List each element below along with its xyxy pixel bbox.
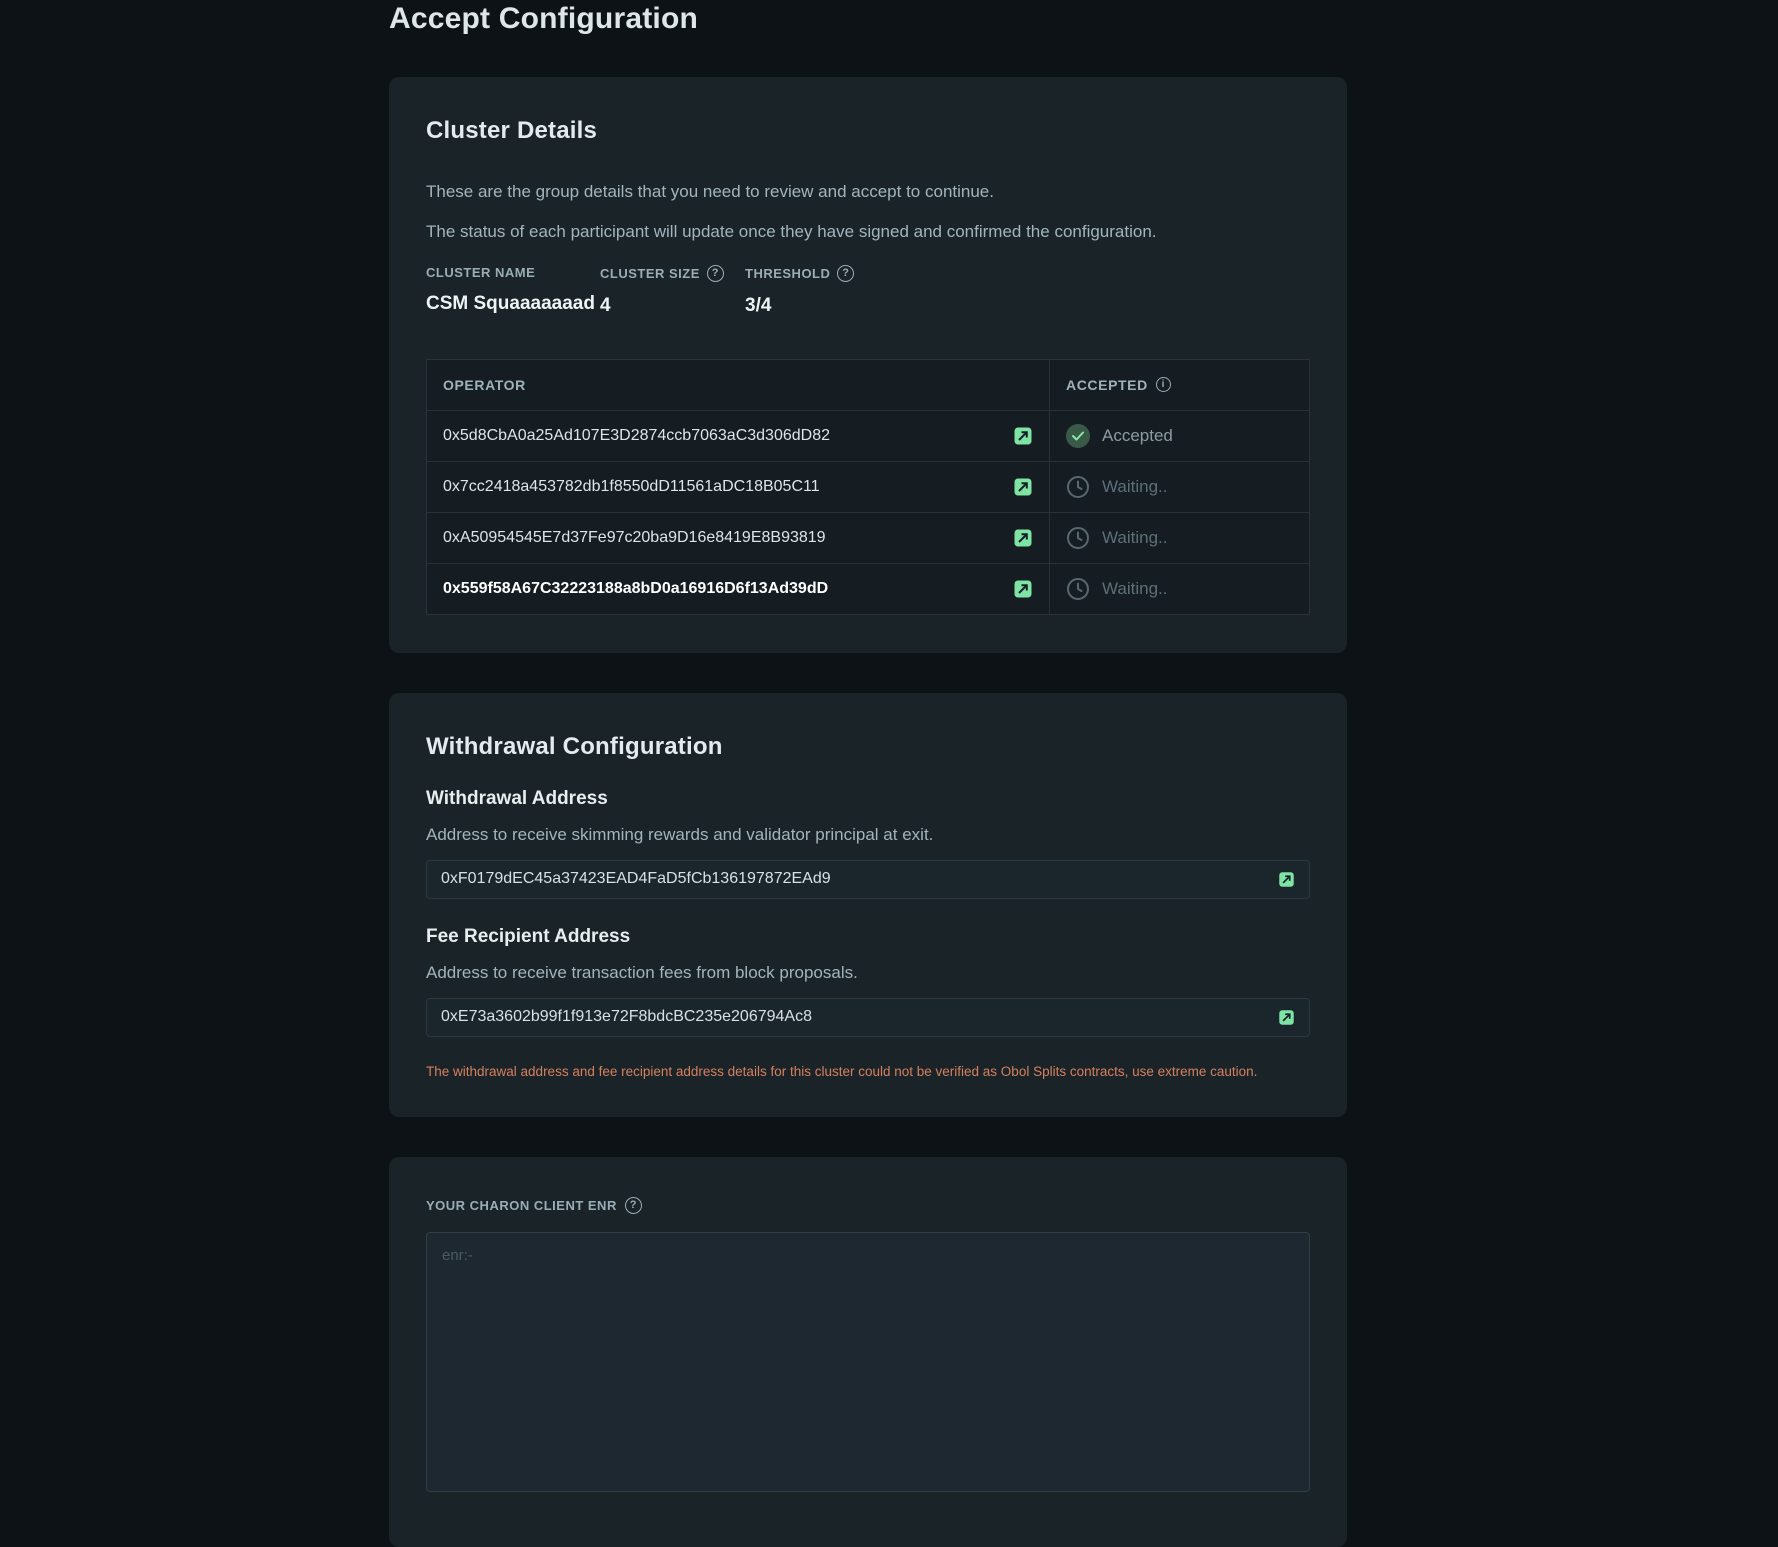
fee-recipient-address-field: 0xE73a3602b99f1f913e72F8bdcBC235e206794A… (426, 998, 1310, 1037)
operator-column-header: OPERATOR (443, 377, 526, 393)
page-title: Accept Configuration (389, 2, 1347, 36)
withdrawal-address-value: 0xF0179dEC45a37423EAD4FaD5fCb136197872EA… (441, 870, 1278, 888)
operators-table: OPERATOR ACCEPTED i 0x5d8CbA0a25Ad107E3D… (426, 359, 1310, 615)
main-content: Accept Configuration Cluster Details The… (389, 0, 1347, 1547)
table-row: 0x5d8CbA0a25Ad107E3D2874ccb7063aC3d306dD… (427, 410, 1309, 461)
withdrawal-address-field: 0xF0179dEC45a37423EAD4FaD5fCb136197872EA… (426, 860, 1310, 899)
cluster-name-label: CLUSTER NAME (426, 265, 600, 280)
charon-enr-card: YOUR CHARON CLIENT ENR ? (389, 1157, 1347, 1547)
status-text: Waiting.. (1102, 579, 1168, 599)
threshold-label: THRESHOLD ? (745, 265, 1310, 282)
cluster-details-heading: Cluster Details (426, 117, 1310, 145)
status-text: Waiting.. (1102, 477, 1168, 497)
fee-recipient-address-value: 0xE73a3602b99f1f913e72F8bdcBC235e206794A… (441, 1008, 1278, 1026)
withdrawal-configuration-heading: Withdrawal Configuration (426, 733, 1310, 761)
threshold-value: 3/4 (745, 295, 1310, 317)
external-link-icon[interactable] (1013, 579, 1033, 599)
accepted-column-header: ACCEPTED (1066, 377, 1148, 393)
external-link-icon[interactable] (1013, 426, 1033, 446)
table-row-self: 0x559f58A67C32223188a8bD0a16916D6f13Ad39… (427, 563, 1309, 614)
clock-icon (1066, 526, 1090, 550)
charon-enr-input[interactable] (426, 1232, 1310, 1492)
cluster-size-field: CLUSTER SIZE ? 4 (600, 265, 745, 317)
cluster-details-card: Cluster Details These are the group deta… (389, 77, 1347, 653)
check-circle-icon (1066, 424, 1090, 448)
fee-recipient-description: Address to receive transaction fees from… (426, 963, 1310, 983)
cluster-summary-fields: CLUSTER NAME CSM Squaaaaaaad CLUSTER SIZ… (426, 265, 1310, 317)
withdrawal-configuration-card: Withdrawal Configuration Withdrawal Addr… (389, 693, 1347, 1117)
cluster-details-description-2: The status of each participant will upda… (426, 221, 1310, 244)
clock-icon (1066, 475, 1090, 499)
threshold-help-icon[interactable]: ? (837, 265, 854, 282)
status-text: Accepted (1102, 426, 1173, 446)
external-link-icon[interactable] (1278, 871, 1295, 888)
external-link-icon[interactable] (1278, 1009, 1295, 1026)
operator-address: 0x5d8CbA0a25Ad107E3D2874ccb7063aC3d306dD… (443, 427, 1013, 445)
cluster-name-value: CSM Squaaaaaaad (426, 293, 600, 315)
accepted-info-icon[interactable]: i (1156, 377, 1171, 392)
external-link-icon[interactable] (1013, 477, 1033, 497)
status-badge: Accepted (1066, 424, 1173, 448)
operators-table-header: OPERATOR ACCEPTED i (427, 360, 1309, 410)
withdrawal-address-description: Address to receive skimming rewards and … (426, 825, 1310, 845)
operator-address: 0x559f58A67C32223188a8bD0a16916D6f13Ad39… (443, 580, 1013, 598)
status-badge: Waiting.. (1066, 526, 1168, 550)
cluster-details-description-1: These are the group details that you nee… (426, 181, 1310, 204)
clock-icon (1066, 577, 1090, 601)
status-text: Waiting.. (1102, 528, 1168, 548)
table-row: 0xA50954545E7d37Fe97c20ba9D16e8419E8B938… (427, 512, 1309, 563)
table-row: 0x7cc2418a453782db1f8550dD11561aDC18B05C… (427, 461, 1309, 512)
external-link-icon[interactable] (1013, 528, 1033, 548)
cluster-name-field: CLUSTER NAME CSM Squaaaaaaad (426, 265, 600, 317)
status-badge: Waiting.. (1066, 475, 1168, 499)
splits-warning-text: The withdrawal address and fee recipient… (426, 1064, 1310, 1079)
operator-address: 0x7cc2418a453782db1f8550dD11561aDC18B05C… (443, 478, 1013, 496)
fee-recipient-heading: Fee Recipient Address (426, 926, 1310, 948)
operator-address: 0xA50954545E7d37Fe97c20ba9D16e8419E8B938… (443, 529, 1013, 547)
status-badge: Waiting.. (1066, 577, 1168, 601)
withdrawal-address-heading: Withdrawal Address (426, 788, 1310, 810)
charon-enr-label: YOUR CHARON CLIENT ENR ? (426, 1197, 1310, 1214)
cluster-size-value: 4 (600, 295, 745, 317)
threshold-field: THRESHOLD ? 3/4 (745, 265, 1310, 317)
cluster-size-help-icon[interactable]: ? (707, 265, 724, 282)
charon-enr-help-icon[interactable]: ? (625, 1197, 642, 1214)
cluster-size-label: CLUSTER SIZE ? (600, 265, 745, 282)
